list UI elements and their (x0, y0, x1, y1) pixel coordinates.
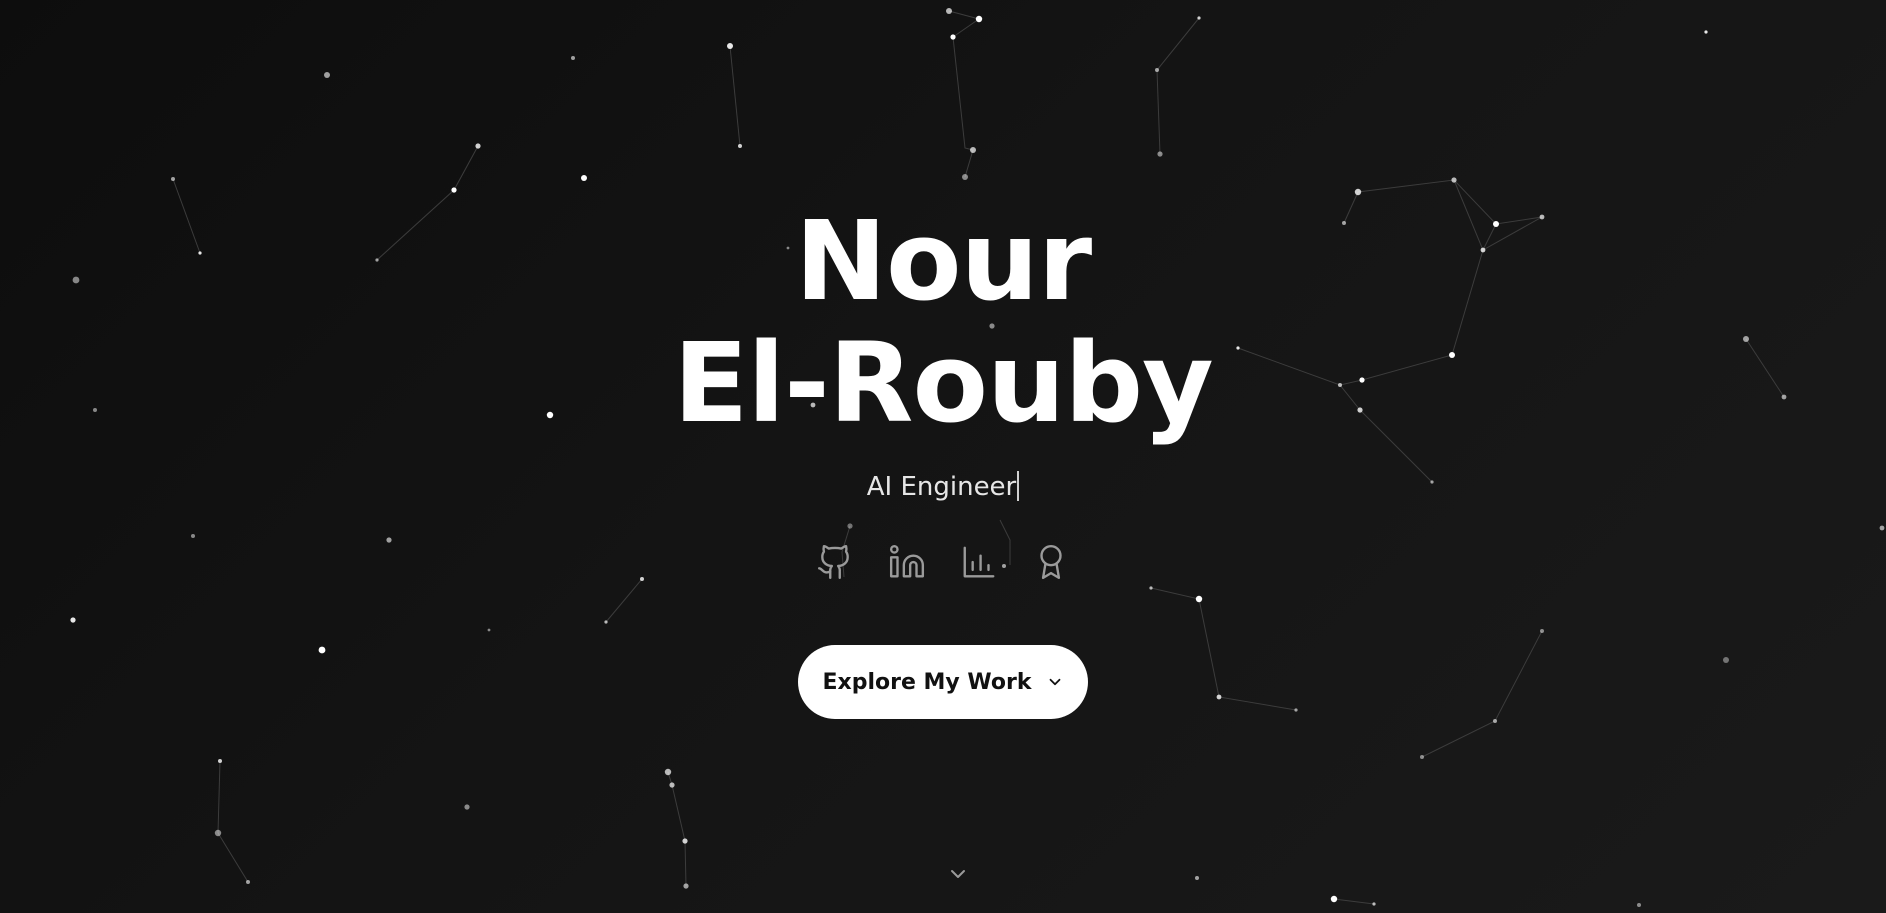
linkedin-icon (888, 542, 926, 586)
explore-work-button[interactable]: Explore My Work (798, 645, 1088, 719)
stats-link[interactable] (960, 543, 998, 585)
github-icon (816, 542, 854, 586)
role-text: AI Engineer (866, 472, 1017, 502)
award-icon (1032, 542, 1070, 586)
typing-caret (1017, 471, 1020, 501)
github-link[interactable] (816, 543, 854, 585)
certifications-link[interactable] (1032, 543, 1070, 585)
hero-section: Nour El-Rouby AI Engineer Explore My Wor… (0, 0, 1886, 913)
name-first: Nour (794, 197, 1092, 325)
explore-work-label: Explore My Work (822, 669, 1032, 695)
bar-chart-icon (960, 542, 998, 586)
hero-content: Nour El-Rouby AI Engineer Explore My Wor… (0, 0, 1886, 913)
linkedin-link[interactable] (888, 543, 926, 585)
chevron-down-icon (1046, 673, 1064, 691)
social-links (816, 543, 1070, 585)
scroll-down-button[interactable] (946, 862, 970, 886)
chevron-down-icon (946, 862, 970, 886)
role-subtitle: AI Engineer (0, 470, 1886, 504)
name-last: El-Rouby (673, 319, 1214, 447)
